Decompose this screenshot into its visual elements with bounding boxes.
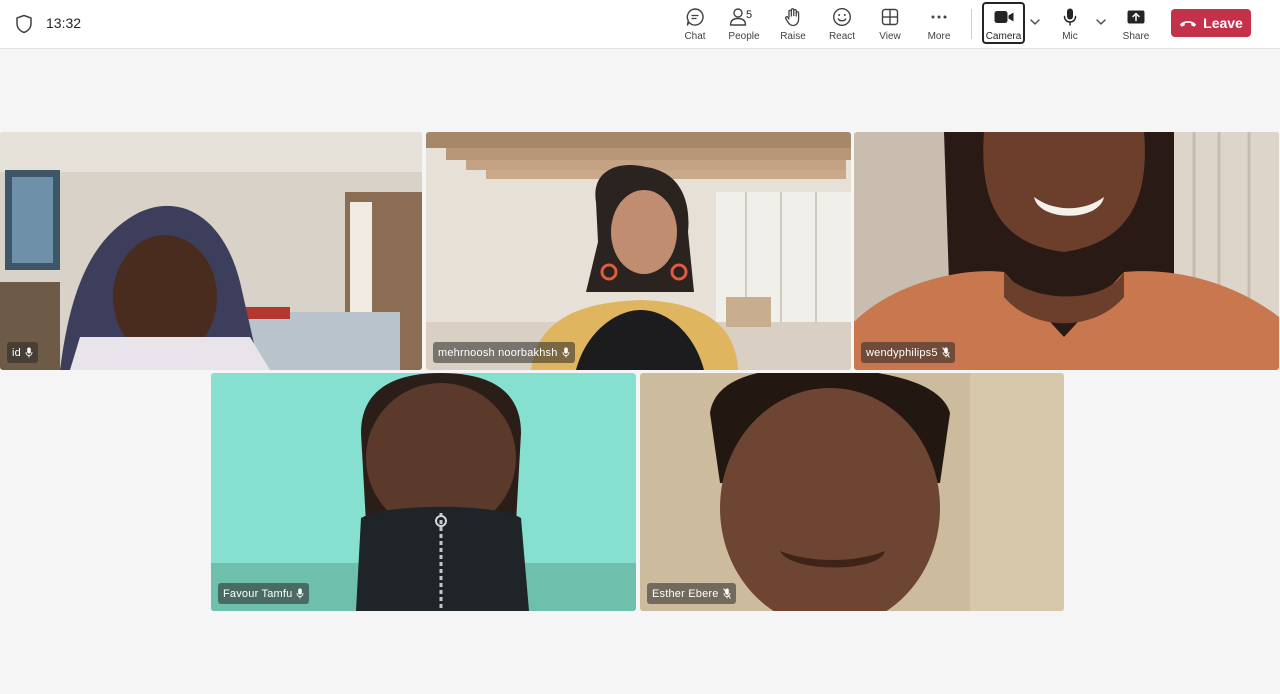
view-button[interactable]: View — [866, 4, 914, 44]
phone-hangup-icon — [1180, 21, 1197, 27]
mic-label: Mic — [1062, 31, 1078, 42]
participant-name-tag: Favour Tamfu — [218, 583, 310, 604]
share-icon — [1126, 6, 1146, 28]
video-tile-id[interactable]: id — [0, 132, 422, 370]
participant-video-feed — [426, 132, 851, 370]
participant-video-feed — [211, 373, 636, 611]
more-dots-icon — [929, 6, 949, 28]
video-tile-mehrnoosh-noorbakhsh[interactable]: mehrnoosh noorbakhsh — [426, 132, 851, 370]
participant-video-feed — [640, 373, 1064, 611]
participant-video-feed — [0, 132, 422, 370]
toolbar-divider — [971, 9, 972, 39]
participant-video-feed — [854, 132, 1279, 370]
meeting-toolbar: 13:32 Chat 5 People Raise React View Mor… — [0, 0, 1280, 49]
react-smiley-icon — [832, 6, 852, 28]
more-label: More — [927, 31, 951, 42]
share-button[interactable]: Share — [1112, 4, 1160, 44]
chat-button[interactable]: Chat — [671, 4, 719, 44]
chat-icon — [685, 6, 705, 28]
video-tile-wendyphilips5[interactable]: wendyphilips5 — [854, 132, 1279, 370]
raise-hand-icon — [783, 6, 803, 28]
participant-name: wendyphilips5 — [866, 346, 938, 359]
view-label: View — [879, 31, 901, 42]
participant-name: Favour Tamfu — [223, 587, 293, 600]
mic-icon — [1060, 6, 1080, 28]
raise-label: Raise — [780, 31, 806, 42]
participant-name-tag: wendyphilips5 — [861, 342, 955, 363]
mic-on-icon — [562, 347, 570, 358]
raise-hand-button[interactable]: Raise — [769, 4, 817, 44]
mic-muted-icon — [941, 347, 950, 358]
view-grid-icon — [880, 6, 900, 28]
react-button[interactable]: React — [818, 4, 866, 44]
shield-icon[interactable] — [15, 14, 33, 34]
camera-button[interactable]: Camera — [982, 2, 1025, 44]
camera-options-chevron-down-icon[interactable] — [1028, 15, 1042, 29]
share-label: Share — [1122, 31, 1150, 42]
participant-name: mehrnoosh noorbakhsh — [438, 346, 558, 359]
meeting-timer: 13:32 — [46, 15, 82, 31]
mic-button[interactable]: Mic — [1046, 4, 1094, 44]
people-label: People — [728, 31, 760, 42]
participant-name-tag: id — [7, 342, 38, 363]
leave-label: Leave — [1203, 15, 1243, 31]
chat-label: Chat — [684, 31, 706, 42]
more-button[interactable]: More — [915, 4, 963, 44]
people-button[interactable]: 5 People — [720, 4, 768, 44]
mic-muted-icon — [722, 588, 731, 599]
video-tile-esther-ebere[interactable]: Esther Ebere — [640, 373, 1064, 611]
mic-options-chevron-down-icon[interactable] — [1094, 15, 1108, 29]
participant-name-tag: Esther Ebere — [647, 583, 736, 604]
react-label: React — [828, 31, 856, 42]
mic-on-icon — [297, 588, 304, 599]
leave-button[interactable]: Leave — [1171, 9, 1251, 37]
mic-on-icon — [25, 347, 33, 358]
camera-icon — [993, 6, 1015, 28]
participant-name: Esther Ebere — [652, 587, 719, 600]
camera-label: Camera — [985, 31, 1022, 42]
video-tile-favour-tamfu[interactable]: Favour Tamfu — [211, 373, 636, 611]
participant-name-tag: mehrnoosh noorbakhsh — [433, 342, 575, 363]
people-icon: 5 — [724, 6, 764, 28]
participant-name: id — [12, 346, 21, 359]
people-count: 5 — [746, 9, 753, 21]
